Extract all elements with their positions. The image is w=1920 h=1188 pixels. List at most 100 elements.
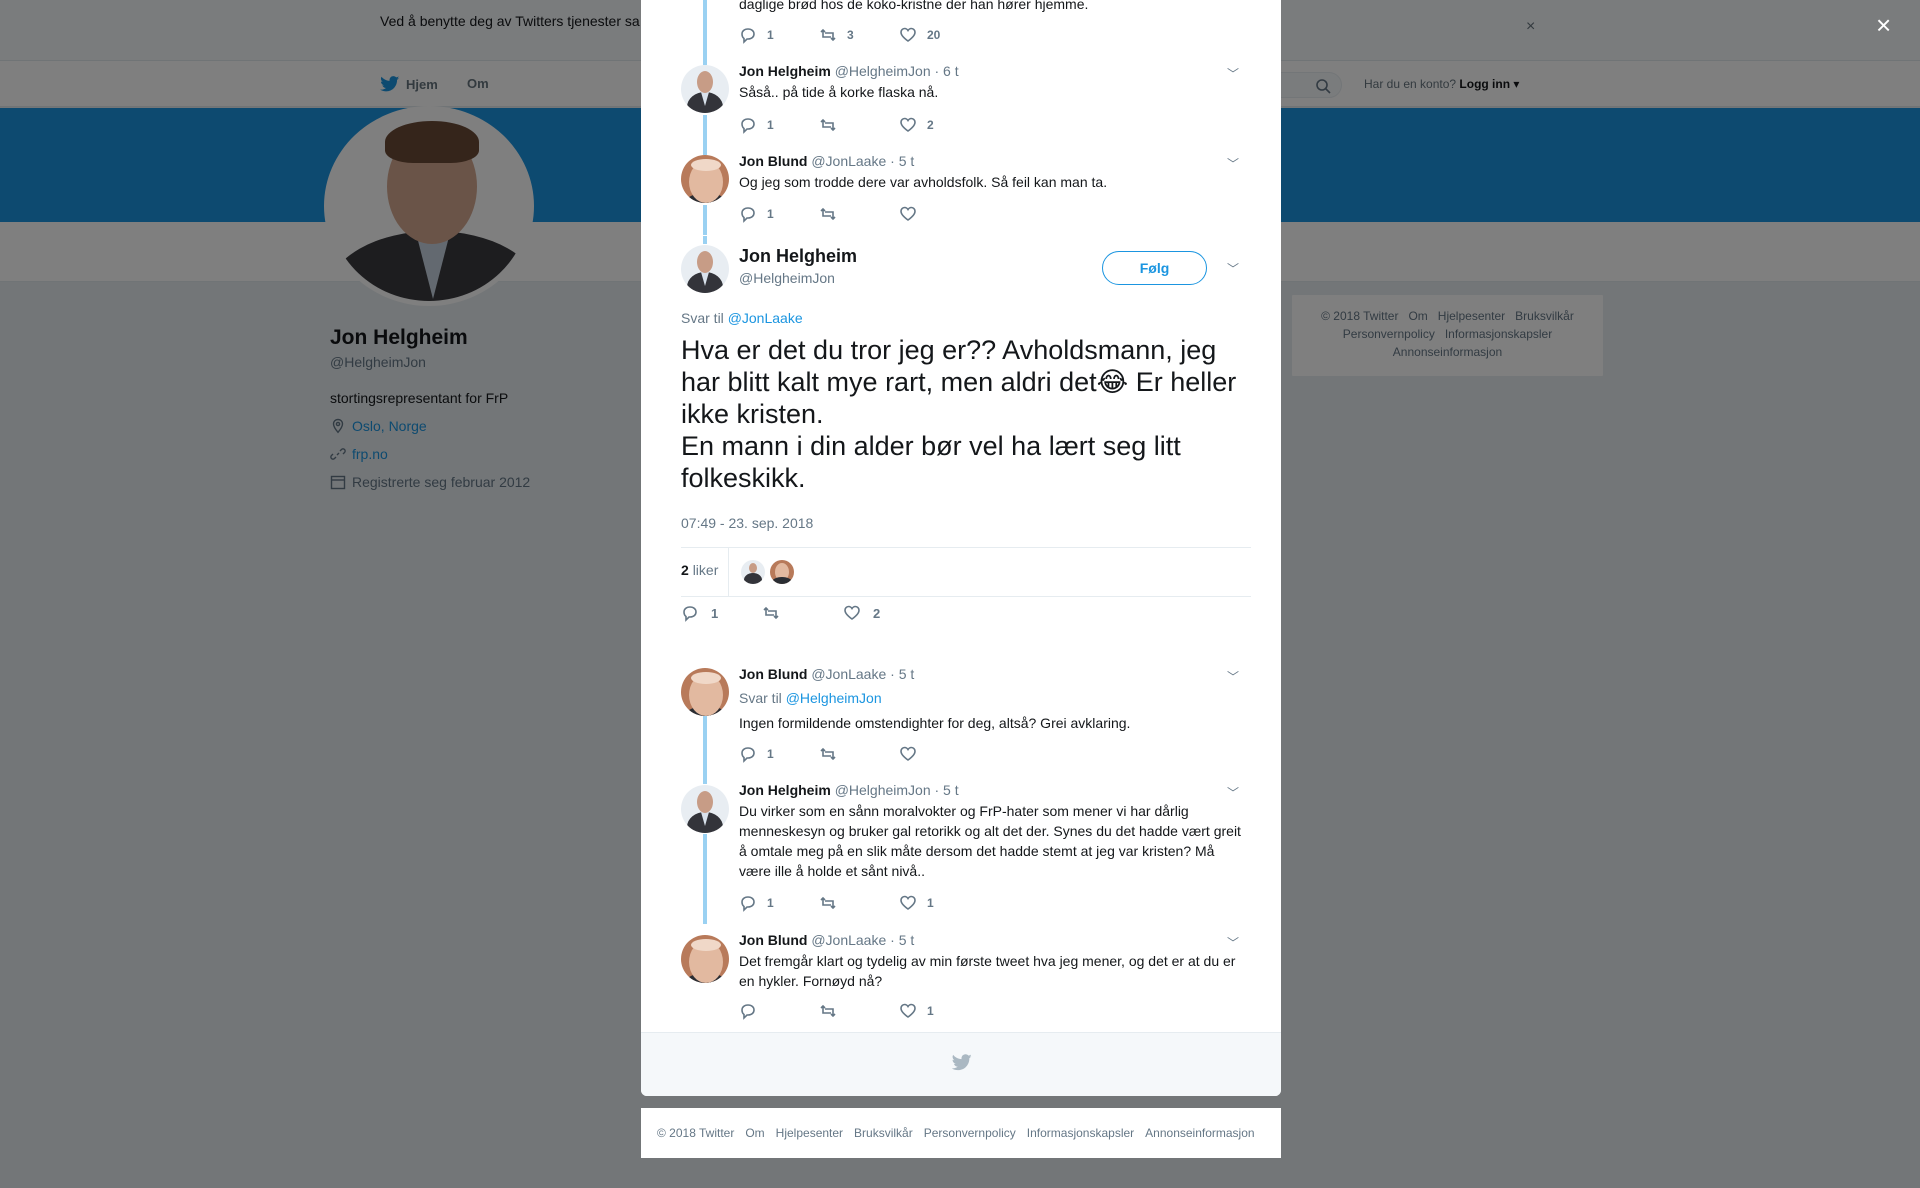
- reply-button[interactable]: 1: [739, 894, 819, 912]
- retweet-button[interactable]: [762, 604, 843, 622]
- avatar[interactable]: [681, 155, 729, 203]
- tweet-timestamp[interactable]: 07:49 - 23. sep. 2018: [681, 515, 813, 531]
- like-count: 2: [873, 605, 881, 621]
- avatar[interactable]: [681, 245, 729, 293]
- like-button[interactable]: 20: [899, 26, 979, 44]
- like-button[interactable]: 1: [899, 1002, 979, 1020]
- reply-button[interactable]: 1: [739, 26, 819, 44]
- reply-button[interactable]: 1: [681, 604, 762, 622]
- reply-icon: [741, 1004, 755, 1020]
- avatar[interactable]: [681, 785, 729, 833]
- chevron-down-icon[interactable]: ﹀: [1227, 260, 1239, 277]
- retweet-button[interactable]: [819, 116, 899, 134]
- like-count: 2: [927, 118, 934, 132]
- footer-link-about[interactable]: Om: [745, 1126, 764, 1140]
- heart-icon: [844, 605, 860, 620]
- tweet-author-name[interactable]: Jon Helgheim: [739, 63, 831, 79]
- likes-count[interactable]: 2 liker: [681, 562, 718, 578]
- reply-icon: [741, 747, 755, 763]
- reply-tweet[interactable]: Jon Blund @JonLaake · 5 t ﹀ Svar til @He…: [641, 656, 1281, 774]
- reply-tweet[interactable]: Jon Blund @JonLaake · 5 t ﹀ Det fremgår …: [641, 924, 1281, 1032]
- tweet-header: Jon Blund @JonLaake · 5 t: [739, 153, 914, 169]
- chevron-down-icon[interactable]: ﹀: [1227, 934, 1239, 951]
- tweet-author-name[interactable]: Jon Blund: [739, 153, 807, 169]
- likes-summary: 2 liker: [681, 547, 1251, 597]
- ancestor-tweet[interactable]: Jon Blund @JonLaake · 5 t ﹀ Og jeg som t…: [641, 145, 1281, 235]
- ancestor-tweet[interactable]: daglige brød hos de koko-kristne der han…: [641, 0, 1281, 55]
- chevron-down-icon[interactable]: ﹀: [1227, 155, 1239, 172]
- retweet-button[interactable]: [819, 205, 899, 223]
- reply-icon: [741, 896, 755, 912]
- heart-icon: [900, 895, 916, 910]
- tweet-author-name[interactable]: Jon Blund: [739, 666, 807, 682]
- avatar[interactable]: [681, 668, 729, 716]
- chevron-down-icon[interactable]: ﹀: [1227, 65, 1239, 82]
- close-icon[interactable]: ×: [1876, 12, 1891, 38]
- tweet-time[interactable]: · 5 t: [890, 666, 914, 682]
- tweet-author-handle[interactable]: @JonLaake: [811, 153, 886, 169]
- retweet-button[interactable]: [819, 1002, 899, 1020]
- retweet-button[interactable]: [819, 745, 899, 763]
- retweet-button[interactable]: [819, 894, 899, 912]
- heart-icon: [900, 746, 916, 761]
- retweet-button[interactable]: 3: [819, 26, 899, 44]
- reply-to-link[interactable]: @JonLaake: [728, 310, 803, 326]
- reply-count: 1: [767, 896, 774, 910]
- like-button[interactable]: [899, 205, 979, 223]
- like-button[interactable]: [899, 745, 979, 763]
- reply-prefix: Svar til: [739, 690, 782, 706]
- reply-icon: [683, 606, 697, 622]
- chevron-down-icon[interactable]: ﹀: [1227, 668, 1239, 685]
- reply-icon: [741, 118, 755, 134]
- like-button[interactable]: 2: [843, 604, 924, 622]
- reply-button[interactable]: 1: [739, 745, 819, 763]
- tweet-text: Det fremgår klart og tydelig av min førs…: [739, 953, 1236, 989]
- tweet-author-handle[interactable]: @HelgheimJon: [835, 782, 931, 798]
- like-button[interactable]: 1: [899, 894, 979, 912]
- reply-prefix: Svar til: [681, 310, 724, 326]
- tweet-actions: 1 1: [739, 894, 979, 912]
- tweet-actions: 1: [739, 745, 979, 763]
- tweet-author-name[interactable]: Jon Helgheim: [739, 782, 831, 798]
- footer-link-ads[interactable]: Annonseinformasjon: [1145, 1126, 1254, 1140]
- tweet-time[interactable]: · 6 t: [935, 63, 959, 79]
- chevron-down-icon[interactable]: ﹀: [1227, 784, 1239, 801]
- reply-count: 1: [767, 118, 774, 132]
- like-count: 1: [927, 896, 934, 910]
- tweet-time[interactable]: · 5 t: [935, 782, 959, 798]
- footer-link-privacy[interactable]: Personvernpolicy: [924, 1126, 1016, 1140]
- retweet-icon: [820, 207, 836, 221]
- tweet-author-name[interactable]: Jon Blund: [739, 932, 807, 948]
- tweet-author-handle[interactable]: @HelgheimJon: [739, 270, 835, 286]
- avatar[interactable]: [770, 560, 794, 584]
- tweet-actions: 1 3 20: [739, 26, 979, 44]
- avatar[interactable]: [681, 935, 729, 983]
- footer-link-terms[interactable]: Bruksvilkår: [854, 1126, 913, 1140]
- footer-link-help[interactable]: Hjelpesenter: [776, 1126, 843, 1140]
- follow-button[interactable]: Følg: [1102, 251, 1207, 285]
- tweet-text: Ingen formildende omstendighter for deg,…: [739, 715, 1131, 731]
- ancestor-tweet[interactable]: Jon Helgheim @HelgheimJon · 6 t ﹀ Såså..…: [641, 55, 1281, 145]
- reply-count: 1: [767, 28, 774, 42]
- tweet-time[interactable]: · 5 t: [890, 932, 914, 948]
- avatar[interactable]: [681, 65, 729, 113]
- reply-button[interactable]: 1: [739, 116, 819, 134]
- retweet-icon: [820, 28, 836, 42]
- reply-icon: [741, 207, 755, 223]
- tweet-author-handle[interactable]: @JonLaake: [811, 932, 886, 948]
- footer-link-cookies[interactable]: Informasjonskapsler: [1027, 1126, 1134, 1140]
- tweet-header: Jon Blund @JonLaake · 5 t: [739, 666, 914, 682]
- tweet-time[interactable]: · 5 t: [890, 153, 914, 169]
- footer-copyright: © 2018 Twitter: [657, 1126, 735, 1140]
- avatar[interactable]: [741, 560, 765, 584]
- tweet-author-handle[interactable]: @HelgheimJon: [835, 63, 931, 79]
- like-button[interactable]: 2: [899, 116, 979, 134]
- reply-count: 1: [767, 747, 774, 761]
- reply-button[interactable]: [739, 1002, 819, 1020]
- reply-to-link[interactable]: @HelgheimJon: [786, 690, 882, 706]
- twitter-bird-icon: [952, 1054, 972, 1071]
- reply-button[interactable]: 1: [739, 205, 819, 223]
- reply-tweet[interactable]: Jon Helgheim @HelgheimJon · 5 t ﹀ Du vir…: [641, 774, 1281, 924]
- tweet-author-handle[interactable]: @JonLaake: [811, 666, 886, 682]
- tweet-author-name[interactable]: Jon Helgheim: [739, 246, 857, 267]
